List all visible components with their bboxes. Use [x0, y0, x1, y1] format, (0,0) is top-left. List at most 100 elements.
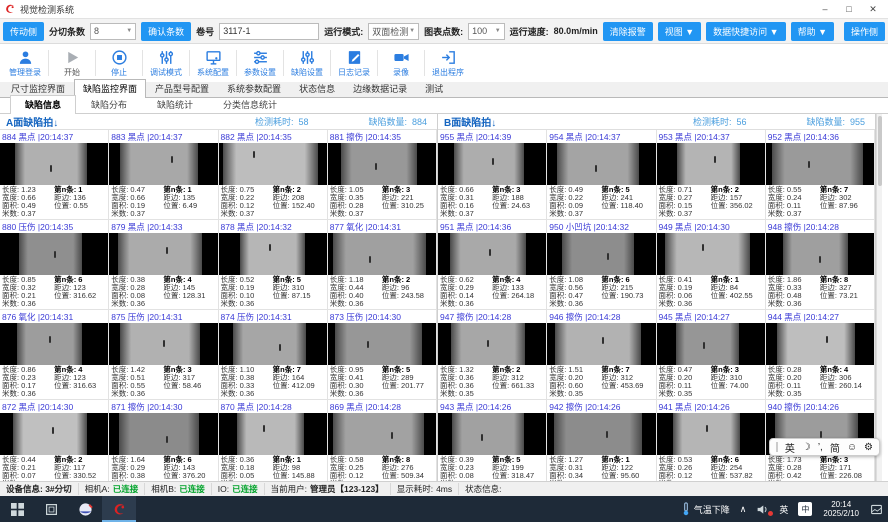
defect-cell-header[interactable]: 952 黑点 |20:14:36 — [766, 130, 874, 143]
defect-cell-header[interactable]: 948 擦伤 |20:14:28 — [766, 220, 874, 233]
defect-image[interactable] — [0, 143, 108, 185]
toolbar-button-log[interactable]: 日志记录 — [333, 49, 375, 78]
toolbar-button-debug[interactable]: 调试模式 — [145, 49, 187, 78]
ime-punctuation[interactable]: ’, — [818, 442, 823, 453]
defect-cell-header[interactable]: 871 擦伤 |20:14:30 — [109, 400, 217, 413]
defect-cell-header[interactable]: 873 压伤 |20:14:30 — [328, 310, 436, 323]
ime-tray-icon[interactable]: 中 — [793, 496, 817, 522]
defect-cell-header[interactable]: 883 黑点 |20:14:37 — [109, 130, 217, 143]
tray-expand-chevron[interactable]: ∧ — [735, 496, 752, 522]
chart-points-select[interactable]: 100▼ — [468, 23, 505, 40]
defect-image[interactable] — [328, 233, 436, 275]
defect-image[interactable] — [0, 233, 108, 275]
toolbar-button-video[interactable]: 录像 — [380, 49, 422, 78]
defect-cell-header[interactable]: 955 黑点 |20:14:39 — [438, 130, 546, 143]
defect-cell-header[interactable]: 878 黑点 |20:14:32 — [219, 220, 327, 233]
defect-cell-header[interactable]: 940 擦伤 |20:14:26 — [766, 400, 874, 413]
tab-item[interactable]: 边缘数据记录 — [344, 79, 416, 97]
defect-cell-header[interactable]: 875 压伤 |20:14:31 — [109, 310, 217, 323]
toolbar-button-exit[interactable]: 退出程序 — [427, 49, 469, 78]
tab-item[interactable]: 状态信息 — [290, 79, 344, 97]
taskbar-clock[interactable]: 20:14 2025/2/10 — [817, 500, 865, 518]
defect-cell-header[interactable]: 947 擦伤 |20:14:28 — [438, 310, 546, 323]
defect-cell-header[interactable]: 945 黑点 |20:14:27 — [657, 310, 765, 323]
run-mode-select[interactable]: 双面检测▼ — [368, 23, 419, 40]
toolbar-button-defect[interactable]: 缺陷设置 — [286, 49, 328, 78]
slit-count-select[interactable]: 8▼ — [90, 23, 136, 40]
defect-image[interactable] — [0, 413, 108, 455]
defect-cell-header[interactable]: 884 黑点 |20:14:37 — [0, 130, 108, 143]
help-menu-button[interactable]: 帮助 ▼ — [791, 22, 834, 41]
defect-cell-header[interactable]: 951 黑点 |20:14:36 — [438, 220, 546, 233]
language-indicator[interactable]: 英 — [774, 496, 793, 522]
ime-emoji-icon[interactable]: ☺ — [847, 442, 857, 453]
defect-image[interactable] — [219, 143, 327, 185]
defect-cell-header[interactable]: 950 小凹坑 |20:14:32 — [547, 220, 655, 233]
defect-image[interactable] — [657, 233, 765, 275]
start-button[interactable] — [0, 496, 34, 522]
defect-image[interactable] — [219, 413, 327, 455]
toolbar-button-params[interactable]: 参数设置 — [239, 49, 281, 78]
defect-image[interactable] — [766, 323, 874, 365]
defect-image[interactable] — [657, 413, 765, 455]
defect-image[interactable] — [547, 233, 655, 275]
confirm-count-button[interactable]: 确认条数 — [141, 22, 191, 41]
view-menu-button[interactable]: 视图 ▼ — [658, 22, 701, 41]
operate-side-button[interactable]: 操作侧 — [844, 22, 885, 41]
defect-image[interactable] — [438, 233, 546, 275]
drive-side-button[interactable]: 传动侧 — [3, 22, 44, 41]
defect-cell-header[interactable]: 876 氧化 |20:14:31 — [0, 310, 108, 323]
defect-image[interactable] — [657, 323, 765, 365]
scrollbar-thumb[interactable] — [878, 116, 882, 186]
defect-image[interactable] — [547, 413, 655, 455]
defect-image[interactable] — [438, 323, 546, 365]
action-center-icon[interactable] — [865, 496, 888, 522]
defect-image[interactable] — [328, 323, 436, 365]
defect-cell-header[interactable]: 877 氧化 |20:14:31 — [328, 220, 436, 233]
defect-cell-header[interactable]: 869 黑点 |20:14:28 — [328, 400, 436, 413]
tab-item[interactable]: 测试 — [416, 79, 452, 97]
defect-cell-header[interactable]: 954 黑点 |20:14:37 — [547, 130, 655, 143]
defect-cell-header[interactable]: 879 黑点 |20:14:33 — [109, 220, 217, 233]
volume-icon[interactable] — [751, 496, 774, 522]
defect-image[interactable] — [109, 413, 217, 455]
defect-image[interactable] — [109, 233, 217, 275]
defect-image[interactable] — [438, 143, 546, 185]
defect-image[interactable] — [438, 413, 546, 455]
defect-cell-header[interactable]: 946 擦伤 |20:14:28 — [547, 310, 655, 323]
defect-image[interactable] — [219, 323, 327, 365]
defect-cell-header[interactable]: 944 黑点 |20:14:27 — [766, 310, 874, 323]
defect-cell-header[interactable]: 949 黑点 |20:14:30 — [657, 220, 765, 233]
data-quick-access-menu-button[interactable]: 数据快捷访问 ▼ — [706, 22, 785, 41]
taskbar-app-media-icon[interactable] — [68, 496, 102, 522]
vertical-scrollbar[interactable] — [876, 114, 882, 481]
toolbar-button-user[interactable]: 管理登录 — [4, 49, 46, 78]
taskbar-app-inspection-icon[interactable] — [102, 496, 136, 522]
defect-image[interactable] — [766, 233, 874, 275]
ime-simplified[interactable]: 简 — [830, 440, 840, 455]
ime-settings-gear-icon[interactable]: ⚙ — [864, 442, 873, 453]
subtab-item[interactable]: 分类信息统计 — [208, 95, 292, 113]
minimize-button[interactable]: – — [814, 2, 836, 16]
defect-image[interactable] — [0, 323, 108, 365]
clear-alarm-button[interactable]: 清除报警 — [603, 22, 653, 41]
roll-number-input[interactable] — [219, 23, 319, 40]
subtab-item[interactable]: 缺陷统计 — [142, 95, 208, 113]
defect-cell-header[interactable]: 870 黑点 |20:14:28 — [219, 400, 327, 413]
defect-cell-header[interactable]: 874 压伤 |20:14:31 — [219, 310, 327, 323]
ime-grip-handle[interactable] — [776, 442, 778, 452]
weather-widget[interactable]: 气温下降 — [676, 496, 735, 522]
defect-image[interactable] — [219, 233, 327, 275]
defect-cell-header[interactable]: 872 黑点 |20:14:30 — [0, 400, 108, 413]
defect-image[interactable] — [766, 143, 874, 185]
defect-image[interactable] — [109, 143, 217, 185]
ime-lang-english[interactable]: 英 — [785, 440, 795, 455]
defect-cell-header[interactable]: 953 黑点 |20:14:37 — [657, 130, 765, 143]
defect-cell-header[interactable]: 881 擦伤 |20:14:35 — [328, 130, 436, 143]
subtab-active[interactable]: 缺陷信息 — [10, 95, 76, 114]
defect-cell-header[interactable]: 943 黑点 |20:14:26 — [438, 400, 546, 413]
close-button[interactable]: ✕ — [862, 2, 884, 16]
toolbar-button-play[interactable]: 开始 — [51, 49, 93, 78]
defect-cell-header[interactable]: 880 压伤 |20:14:35 — [0, 220, 108, 233]
maximize-button[interactable]: □ — [838, 2, 860, 16]
